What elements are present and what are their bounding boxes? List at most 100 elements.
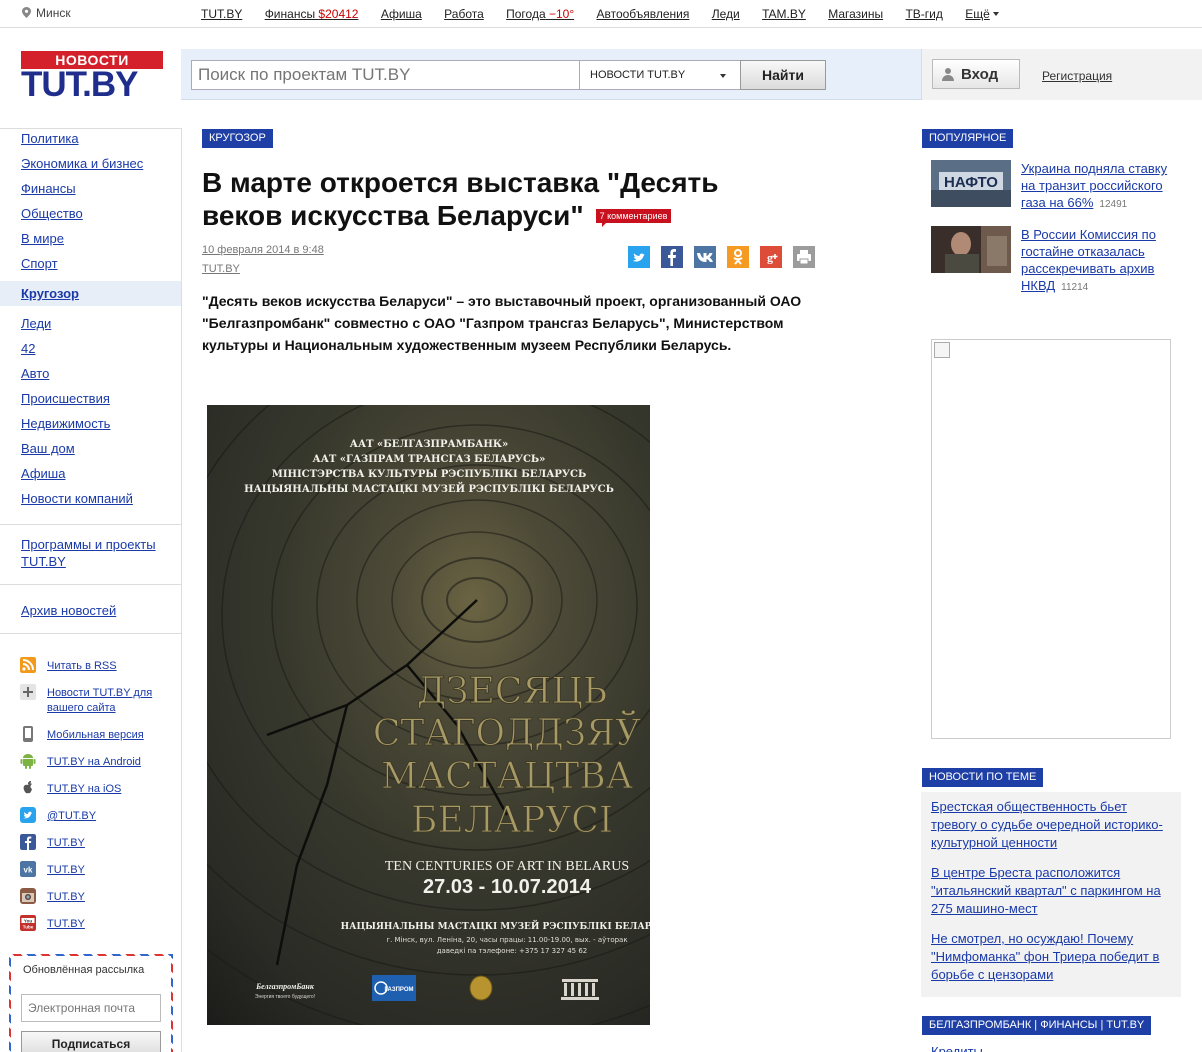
finance-rate: $20412 <box>318 7 359 21</box>
nav-afisha[interactable]: Афиша <box>21 466 65 481</box>
subscribe-button[interactable]: Подписаться <box>21 1031 161 1052</box>
newsletter-box: Обновлённая рассылка Подписаться <box>9 954 173 1052</box>
social-label: TUT.BY <box>47 918 85 930</box>
topnav-shops[interactable]: Магазины <box>828 7 883 21</box>
divider <box>0 584 181 585</box>
topnav-tamby[interactable]: TAM.BY <box>762 7 806 21</box>
popular-thumbnail <box>931 226 1011 273</box>
nav-realty[interactable]: Недвижимость <box>21 416 110 431</box>
svg-text:You: You <box>24 919 32 924</box>
popular-item-text: Украина подняла ставку на транзит россий… <box>1021 160 1176 213</box>
nav-sport[interactable]: Спорт <box>21 256 58 271</box>
login-button[interactable]: Вход <box>932 59 1020 89</box>
apple-icon <box>23 781 32 794</box>
theme-news-item[interactable]: В центре Бреста расположится "итальянски… <box>931 864 1171 918</box>
plus-icon <box>20 684 36 700</box>
popular-header: ПОПУЛЯРНОЕ <box>922 129 1014 148</box>
topnav-finance[interactable]: Финансы $20412 <box>265 7 359 21</box>
view-count: 12491 <box>1099 199 1128 210</box>
poster-phone: даведкі па тэлефоне: +375 17 327 45 62 <box>437 947 588 955</box>
partner-title: БЕЛГАЗПРОМБАНК | ФИНАНСЫ | TUT.BY <box>922 1016 1152 1035</box>
topnav-weather-label: Погода <box>506 7 546 21</box>
poster-org4: НАЦЫЯНАЛЬНЫ МАСТАЦКІ МУЗЕЙ РЭСПУБЛІКІ БЕ… <box>244 482 614 495</box>
poster-image: ААТ «БЕЛГАЗПРАМБАНК» ААТ «ГАЗПРАМ ТРАНСГ… <box>207 405 650 1025</box>
city-selector[interactable]: Минск <box>22 6 71 20</box>
archive-link[interactable]: Архив новостей <box>21 603 116 618</box>
article-date: 10 февраля 2014 в 9:48 <box>202 244 324 256</box>
location-pin-icon <box>22 7 31 18</box>
nav-auto[interactable]: Авто <box>21 366 49 381</box>
twitter-icon <box>20 807 36 823</box>
poster-subtitle: TEN CENTURIES OF ART IN BELARUS <box>385 859 629 874</box>
left-sidebar: Политика Экономика и бизнес Финансы Обще… <box>0 128 182 1052</box>
topnav-afisha[interactable]: Афиша <box>381 7 422 21</box>
theme-news-item[interactable]: Не смотрел, но осуждаю! Почему "Нимфоман… <box>931 930 1171 984</box>
poster-title-line1: ДЗЕСЯЦЬ <box>417 671 607 712</box>
popular-thumbnail: НАФТО <box>931 160 1011 207</box>
topnav-auto[interactable]: Автообъявления <box>596 7 689 21</box>
sponsor-slogan: Энергия твоего будущего! <box>255 994 315 1000</box>
twitter-share-icon[interactable] <box>628 246 650 268</box>
social-label: TUT.BY <box>47 891 85 903</box>
topnav-finance-label: Финансы <box>264 7 316 21</box>
topnav-weather[interactable]: Погода −10° <box>506 7 574 21</box>
top-nav: TUT.BY Финансы $20412 Афиша Работа Погод… <box>201 7 1018 21</box>
nav-company-news[interactable]: Новости компаний <box>21 491 133 506</box>
topnav-tvguide[interactable]: ТВ-гид <box>905 7 942 21</box>
nav-42[interactable]: 42 <box>21 341 35 356</box>
chevron-down-icon <box>720 74 726 78</box>
page-title: В марте откроется выставка "Десять веков… <box>202 166 802 232</box>
divider <box>0 633 181 634</box>
svg-text:g: g <box>767 251 773 265</box>
android-icon <box>20 754 36 769</box>
nav-politika[interactable]: Политика <box>21 131 79 146</box>
popular-title: ПОПУЛЯРНОЕ <box>922 129 1014 148</box>
vk-share-icon[interactable] <box>694 246 716 268</box>
topnav-ledi[interactable]: Леди <box>712 7 740 21</box>
sponsor-belgazprombank: БелгазпромБанк <box>255 982 315 991</box>
topnav-tutby[interactable]: TUT.BY <box>201 7 242 21</box>
nav-finance[interactable]: Финансы <box>21 181 76 196</box>
register-link[interactable]: Регистрация <box>1042 69 1112 83</box>
site-logo[interactable]: НОВОСТИ TUT.BY <box>21 51 163 102</box>
googleplus-share-icon[interactable]: g <box>760 246 782 268</box>
nav-krugozor[interactable]: Кругозор <box>21 286 79 301</box>
article-source[interactable]: TUT.BY <box>202 263 240 275</box>
article-lead: "Десять веков искусства Беларуси" – это … <box>202 293 802 353</box>
exhibition-poster: ААТ «БЕЛГАЗПРАМБАНК» ААТ «ГАЗПРАМ ТРАНСГ… <box>207 405 650 1025</box>
programs-link[interactable]: Программы и проекты TUT.BY <box>21 536 171 570</box>
comments-count-badge[interactable]: 7 комментариев <box>595 209 672 227</box>
search-button[interactable]: Найти <box>740 60 826 90</box>
nav-home[interactable]: Ваш дом <box>21 441 75 456</box>
facebook-share-icon[interactable] <box>661 246 683 268</box>
ad-banner[interactable] <box>931 339 1171 739</box>
odnoklassniki-share-icon[interactable] <box>727 246 749 268</box>
svg-text:Tube: Tube <box>23 925 34 930</box>
nav-ledi[interactable]: Леди <box>21 316 51 331</box>
theme-news-item[interactable]: Брестская общественность бьет тревогу о … <box>931 798 1171 852</box>
newsletter-title: Обновлённая рассылка <box>23 964 145 976</box>
poster-org1: ААТ «БЕЛГАЗПРАМБАНК» <box>350 439 508 450</box>
ministry-emblem <box>469 975 493 1001</box>
search-scope-select[interactable]: НОВОСТИ TUT.BY <box>579 60 741 90</box>
print-icon[interactable] <box>793 246 815 268</box>
email-field[interactable] <box>21 994 161 1022</box>
partner-item[interactable]: Кредиты <box>931 1043 1171 1052</box>
search-input[interactable] <box>191 60 581 90</box>
nav-society[interactable]: Общество <box>21 206 83 221</box>
social-label: Читать в RSS <box>47 660 117 672</box>
weather-temperature: −10° <box>548 7 575 21</box>
facebook-icon <box>20 834 36 850</box>
rubric-label: КРУГОЗОР <box>202 129 273 148</box>
nav-economy[interactable]: Экономика и бизнес <box>21 156 143 171</box>
topnav-rabota[interactable]: Работа <box>444 7 484 21</box>
svg-text:vk: vk <box>24 866 33 875</box>
search-bar: НОВОСТИ TUT.BY Найти <box>181 49 921 100</box>
nav-world[interactable]: В мире <box>21 231 64 246</box>
topnav-more-label: Ещё <box>965 7 990 21</box>
topnav-more[interactable]: Ещё <box>965 7 999 21</box>
poster-org2: ААТ «ГАЗПРАМ ТРАНСГАЗ БЕЛАРУСЬ» <box>313 454 546 465</box>
rubric-badge[interactable]: КРУГОЗОР <box>202 129 273 148</box>
nav-incidents[interactable]: Происшествия <box>21 391 110 406</box>
social-label: TUT.BY на iOS <box>47 783 122 795</box>
